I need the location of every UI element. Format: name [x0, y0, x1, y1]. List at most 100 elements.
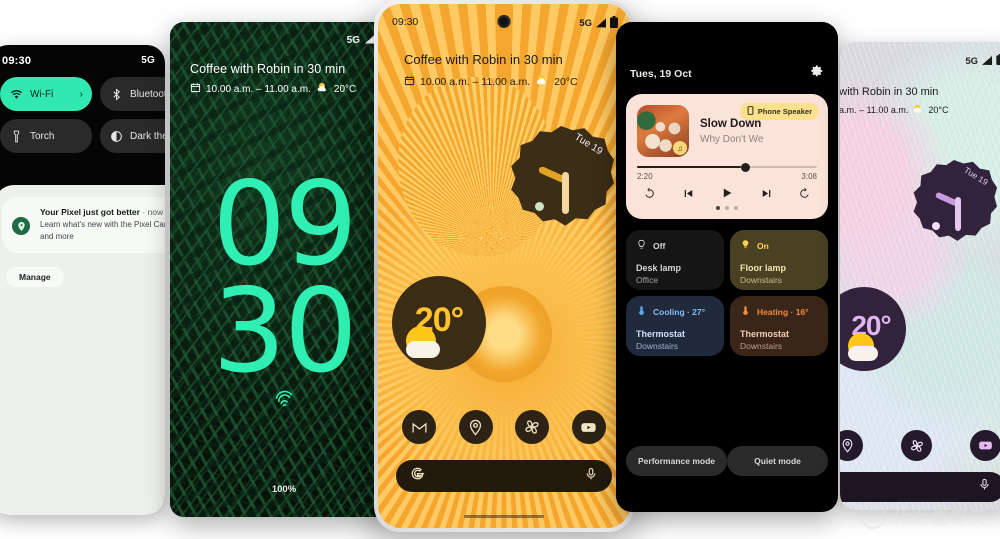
- track-title: Slow Down: [700, 118, 762, 130]
- event-details: .00 a.m. – 11.00 a.m. 20°C: [840, 103, 1000, 117]
- battery-percent: 100%: [271, 484, 297, 495]
- chevron-right-icon[interactable]: ›: [80, 89, 83, 100]
- phone5-screen: 5G ee with Robin in 30 min .00 a.m. – 11…: [840, 42, 1000, 510]
- control-room: Downstairs: [636, 341, 679, 351]
- page-dot[interactable]: [725, 206, 729, 210]
- google-search-bar[interactable]: [396, 460, 612, 492]
- phone-quick-settings: 09:30 5G Wi-Fi › Bluetooth: [0, 45, 165, 515]
- quiet-mode-button[interactable]: Quiet mode: [727, 446, 828, 476]
- google-search-bar[interactable]: [840, 472, 1000, 502]
- quick-tile-wifi[interactable]: Wi-Fi ›: [0, 77, 92, 111]
- control-thermostat-heating[interactable]: Heating · 16° Thermostat Downstairs: [730, 296, 828, 356]
- quick-tile-dark-theme[interactable]: Dark theme: [100, 119, 165, 153]
- maps-icon[interactable]: [458, 410, 493, 444]
- event-temp: 20°C: [333, 83, 357, 95]
- thermometer-cool-icon: [636, 305, 647, 318]
- cloud-icon: [848, 346, 878, 361]
- navigation-pill[interactable]: [897, 499, 958, 502]
- event-temp: 20°C: [554, 75, 578, 88]
- quick-settings-grid: Wi-Fi › Bluetooth Torch: [0, 77, 165, 153]
- control-desk-lamp[interactable]: Off Desk lamp Office: [626, 230, 724, 290]
- phone-speaker-icon: [747, 106, 754, 117]
- status-network: 5G: [579, 18, 592, 29]
- sun-cloud-icon: [316, 81, 329, 97]
- notification-body: Learn what's new with the Pixel Camera, …: [40, 220, 165, 241]
- clock-minute-hand: [955, 197, 961, 231]
- phone3-status-bar: 09:30 5G: [392, 16, 618, 31]
- youtube-icon[interactable]: [970, 430, 1000, 461]
- notif-title-text: Your Pixel just got better: [40, 207, 140, 217]
- control-name: Floor lamp: [740, 263, 787, 273]
- play-icon[interactable]: [720, 186, 734, 205]
- control-state: Heating · 16°: [740, 305, 818, 318]
- playback-progress-slider[interactable]: [637, 162, 817, 172]
- clock-minutes: 30: [212, 263, 358, 399]
- progress-knob[interactable]: [741, 162, 751, 172]
- media-player-card[interactable]: ♫ Phone Speaker Slow Down Why Don't We 2…: [626, 94, 828, 219]
- gmail-icon[interactable]: [402, 410, 436, 444]
- control-name: Thermostat: [740, 329, 790, 339]
- event-details: 10.00 a.m. – 11.00 a.m. 20°C: [190, 81, 384, 97]
- control-floor-lamp[interactable]: On Floor lamp Downstairs: [730, 230, 828, 290]
- clock-minute-hand: [562, 172, 569, 214]
- fingerprint-icon[interactable]: [272, 388, 296, 417]
- phone2-event-info: Coffee with Robin in 30 min 10.00 a.m. –…: [190, 62, 384, 97]
- sun-cloud-icon: [535, 73, 549, 90]
- control-state: Off: [636, 239, 714, 252]
- photos-icon[interactable]: [515, 410, 550, 444]
- control-state-label: Heating · 16°: [757, 306, 809, 317]
- notification-card[interactable]: Your Pixel just got better · now Learn w…: [2, 197, 165, 254]
- quick-tile-torch[interactable]: Torch: [0, 119, 92, 153]
- status-time: 09:30: [2, 55, 32, 67]
- gear-icon[interactable]: [810, 64, 824, 83]
- control-state: On: [740, 239, 818, 252]
- total-duration: 3:08: [801, 172, 817, 181]
- event-details: 10.00 a.m. – 11.00 a.m. 20°C: [404, 73, 614, 90]
- lock-clock: 09 30: [170, 167, 398, 399]
- quick-tile-label: Bluetooth: [130, 88, 165, 100]
- calendar-icon: [404, 75, 415, 89]
- flashlight-icon: [10, 130, 23, 143]
- quick-tile-bluetooth[interactable]: Bluetooth: [100, 77, 165, 111]
- phone4-screen: Tues, 19 Oct ♫ Phone Speaker Slow Down W…: [616, 22, 838, 512]
- forward-10-icon[interactable]: [798, 187, 811, 205]
- performance-mode-button[interactable]: Performance mode: [626, 446, 727, 476]
- next-track-icon[interactable]: [760, 187, 773, 205]
- page-dot[interactable]: [716, 206, 720, 210]
- bulb-off-icon: [636, 239, 647, 252]
- replay-10-icon[interactable]: [643, 187, 656, 205]
- youtube-icon[interactable]: [571, 410, 606, 444]
- manage-button[interactable]: Manage: [6, 267, 64, 287]
- microphone-icon[interactable]: [978, 478, 991, 496]
- weather-widget[interactable]: 20°: [392, 276, 486, 370]
- navigation-pill[interactable]: [464, 515, 544, 518]
- control-room: Downstairs: [740, 341, 783, 351]
- microphone-icon[interactable]: [584, 467, 598, 486]
- event-title: Coffee with Robin in 30 min: [190, 62, 346, 76]
- photos-icon[interactable]: [901, 430, 932, 461]
- event-temp: 20°C: [928, 105, 949, 115]
- phone4-header: Tues, 19 Oct: [630, 64, 824, 83]
- media-page-dots[interactable]: [626, 206, 828, 210]
- app-dock: [402, 410, 606, 444]
- status-time: 09:30: [392, 16, 419, 28]
- status-right: 5G: [579, 16, 618, 31]
- track-artist: Why Don't We: [700, 134, 764, 145]
- maps-icon[interactable]: [840, 430, 863, 461]
- header-date: Tues, 19 Oct: [630, 67, 692, 80]
- status-network: 5G: [965, 55, 978, 67]
- clock-second-dot: [535, 202, 544, 211]
- notification-title: Your Pixel just got better · now: [40, 207, 165, 217]
- control-thermostat-cooling[interactable]: Cooling · 27° Thermostat Downstairs: [626, 296, 724, 356]
- phone-device-controls: Tues, 19 Oct ♫ Phone Speaker Slow Down W…: [616, 22, 838, 512]
- app-source-icon: ♫: [673, 141, 687, 155]
- control-name: Thermostat: [636, 329, 686, 339]
- page-dot[interactable]: [734, 206, 738, 210]
- phone5-status-bar: 5G: [965, 54, 1000, 68]
- control-name: Desk lamp: [636, 263, 682, 273]
- elapsed-time: 2:20: [637, 172, 653, 181]
- signal-icon: [595, 17, 607, 31]
- watermark-text: 什么值得买: [893, 508, 988, 528]
- previous-track-icon[interactable]: [682, 187, 695, 205]
- battery-icon: [996, 54, 1000, 68]
